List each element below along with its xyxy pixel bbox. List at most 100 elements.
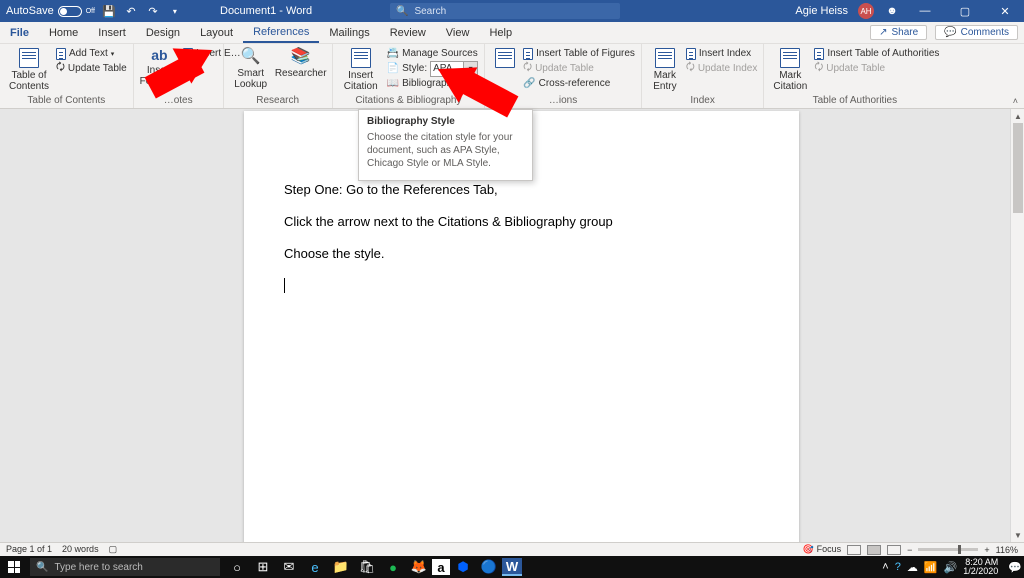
page-indicator[interactable]: Page 1 of 1 [6, 544, 52, 555]
group-research: 🔍 Smart Lookup 📚 Researcher Research [224, 44, 333, 108]
amazon-icon[interactable]: a [432, 559, 450, 575]
title-bar: AutoSave Off 💾 ↶ ↷ ▾ Document1 - Word 🔍 … [0, 0, 1024, 22]
spotify-icon[interactable]: ● [380, 556, 406, 578]
chrome-icon[interactable]: 🔵 [476, 556, 502, 578]
add-text-icon [56, 48, 66, 60]
onedrive-icon[interactable]: ☁ [907, 561, 918, 574]
store-icon[interactable]: 🛍 [354, 556, 380, 578]
edge-icon[interactable]: e [302, 556, 328, 578]
style-label: Style: [402, 63, 427, 74]
update-toc-button[interactable]: 🗘Update Table [56, 61, 127, 76]
insert-index-button[interactable]: Insert Index [686, 46, 757, 61]
researcher-button[interactable]: 📚 Researcher [276, 46, 326, 79]
group-toc: Table of Contents Add Text▾ 🗘Update Tabl… [0, 44, 134, 108]
tab-references[interactable]: References [243, 22, 319, 43]
insert-toa-button[interactable]: Insert Table of Authorities [814, 46, 939, 61]
save-icon[interactable]: 💾 [101, 3, 117, 19]
comments-button[interactable]: 💬Comments [935, 25, 1018, 40]
tab-file[interactable]: File [0, 22, 39, 43]
add-text-button[interactable]: Add Text▾ [56, 46, 127, 61]
refresh-icon: 🗘 [686, 60, 695, 77]
undo-icon[interactable]: ↶ [123, 3, 139, 19]
user-name[interactable]: Agie Heiss [795, 5, 848, 17]
zoom-out-button[interactable]: − [907, 545, 912, 555]
focus-mode[interactable]: 🎯 Focus [803, 544, 841, 555]
group-label-index: Index [648, 94, 757, 108]
maximize-button[interactable]: ▢ [950, 0, 980, 22]
toc-button[interactable]: Table of Contents [6, 46, 52, 92]
tab-mailings[interactable]: Mailings [319, 22, 379, 43]
zoom-level[interactable]: 116% [996, 545, 1018, 555]
update-tof-button: 🗘Update Table [523, 61, 635, 76]
smart-lookup-icon: 🔍 [241, 48, 261, 66]
tab-home[interactable]: Home [39, 22, 88, 43]
zoom-in-button[interactable]: + [984, 545, 989, 555]
cross-reference-button[interactable]: 🔗Cross-reference [523, 76, 635, 91]
wifi-icon[interactable]: 📶 [924, 561, 938, 574]
search-placeholder: Search [414, 6, 446, 17]
face-icon[interactable]: ☻ [884, 3, 900, 19]
mail-icon[interactable]: ✉ [276, 556, 302, 578]
mark-citation-button[interactable]: Mark Citation [770, 46, 810, 92]
tab-insert[interactable]: Insert [88, 22, 136, 43]
tab-view[interactable]: View [436, 22, 480, 43]
read-mode-button[interactable] [847, 545, 861, 555]
toc-icon [19, 48, 39, 68]
manage-sources-button[interactable]: 📇Manage Sources [387, 46, 478, 61]
minimize-button[interactable]: — [910, 0, 940, 22]
taskbar-search[interactable]: 🔍 Type here to search [30, 558, 220, 576]
help-icon[interactable]: ? [895, 561, 901, 573]
update-index-button: 🗘Update Index [686, 61, 757, 76]
vertical-scrollbar[interactable]: ▲ ▼ [1010, 109, 1024, 542]
dropbox-icon[interactable]: ⬢ [450, 556, 476, 578]
search-box[interactable]: 🔍 Search [390, 3, 620, 19]
scroll-up-button[interactable]: ▲ [1011, 109, 1024, 123]
taskbar-clock[interactable]: 8:20 AM 1/2/2020 [963, 558, 1002, 576]
user-avatar[interactable]: AH [858, 3, 874, 19]
refresh-icon: 🗘 [814, 60, 823, 77]
share-button[interactable]: ↗Share [870, 25, 927, 40]
task-view-icon[interactable]: ⊞ [250, 556, 276, 578]
tray-expand-icon[interactable]: ˄ [882, 561, 888, 573]
redo-icon[interactable]: ↷ [145, 3, 161, 19]
web-layout-button[interactable] [887, 545, 901, 555]
windows-taskbar: 🔍 Type here to search ○ ⊞ ✉ e 📁 🛍 ● 🦊 a … [0, 556, 1024, 578]
menu-tabs: File Home Insert Design Layout Reference… [0, 22, 1024, 44]
autosave-toggle[interactable]: AutoSave Off [6, 5, 95, 17]
group-label-research: Research [230, 94, 326, 108]
tab-help[interactable]: Help [479, 22, 522, 43]
insert-caption-button[interactable] [491, 46, 519, 68]
insert-citation-button[interactable]: Insert Citation [339, 46, 383, 92]
tab-design[interactable]: Design [136, 22, 190, 43]
explorer-icon[interactable]: 📁 [328, 556, 354, 578]
firefox-icon[interactable]: 🦊 [406, 556, 432, 578]
doc-paragraph-1: Step One: Go to the References Tab, [284, 181, 759, 199]
mark-entry-button[interactable]: Mark Entry [648, 46, 682, 92]
close-button[interactable]: ✕ [990, 0, 1020, 22]
collapse-ribbon-icon[interactable]: ˄ [1013, 96, 1018, 106]
word-icon[interactable]: W [502, 558, 522, 576]
windows-logo-icon [8, 561, 20, 573]
cortana-icon[interactable]: ○ [224, 556, 250, 578]
refresh-icon: 🗘 [56, 60, 65, 77]
smart-lookup-button[interactable]: 🔍 Smart Lookup [230, 46, 272, 90]
share-icon: ↗ [879, 27, 887, 38]
citation-icon [351, 48, 371, 68]
group-label-toc: Table of Contents [6, 94, 127, 108]
scroll-thumb[interactable] [1013, 123, 1023, 213]
insert-tof-button[interactable]: Insert Table of Figures [523, 46, 635, 61]
volume-icon[interactable]: 🔊 [944, 561, 958, 574]
spellcheck-icon[interactable]: ▢ [109, 544, 118, 555]
word-count[interactable]: 20 words [62, 544, 99, 555]
tab-review[interactable]: Review [380, 22, 436, 43]
qat-dropdown-icon[interactable]: ▾ [167, 3, 183, 19]
scroll-down-button[interactable]: ▼ [1011, 528, 1024, 542]
autosave-state: Off [86, 8, 95, 15]
zoom-slider[interactable] [918, 548, 978, 551]
start-button[interactable] [0, 556, 28, 578]
tooltip-title: Bibliography Style [367, 116, 524, 127]
refresh-icon: 🗘 [523, 60, 532, 77]
print-layout-button[interactable] [867, 545, 881, 555]
notifications-icon[interactable]: 💬 [1008, 561, 1022, 574]
search-icon: 🔍 [36, 562, 48, 573]
